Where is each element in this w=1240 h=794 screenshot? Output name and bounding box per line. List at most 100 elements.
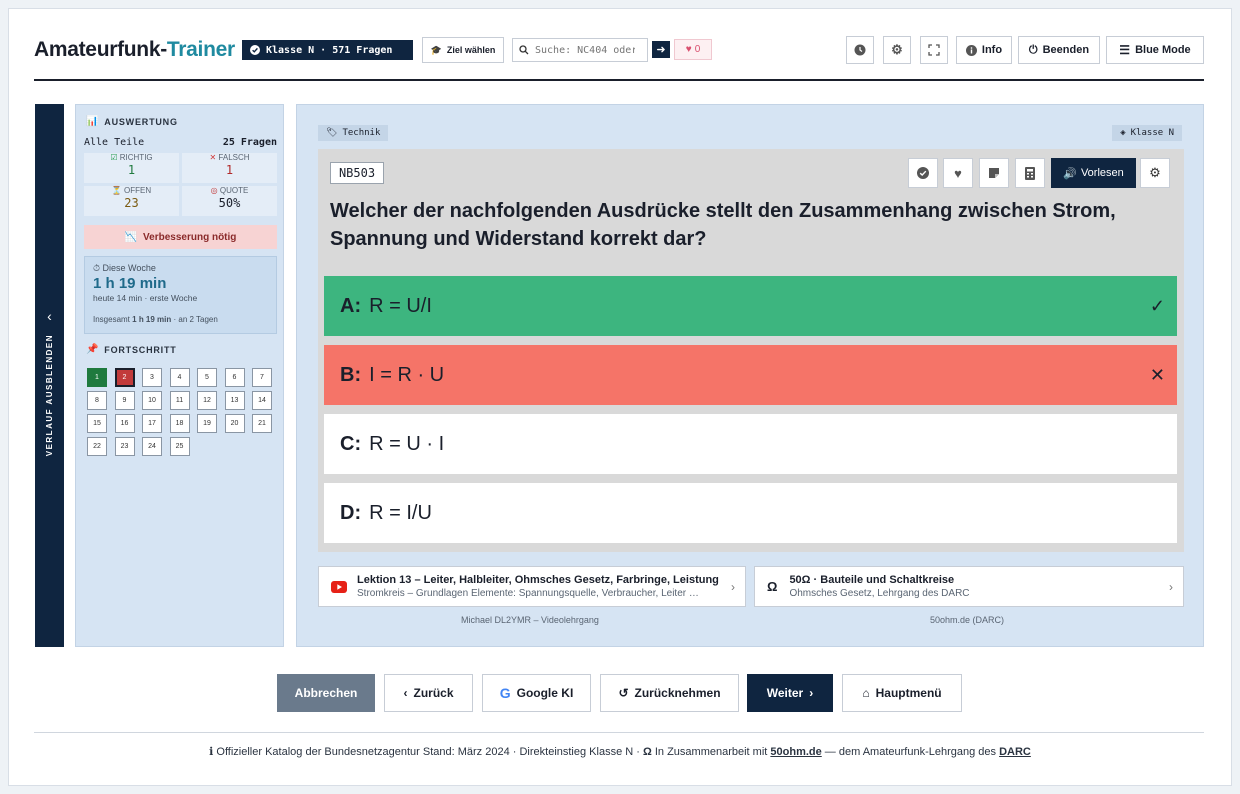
progress-cell[interactable]: 22 bbox=[87, 437, 107, 456]
fortschritt-title: 📌 FORTSCHRITT bbox=[86, 344, 177, 355]
darc-lesson-link[interactable]: Ω 50Ω · Bauteile und Schaltkreise Ohmsch… bbox=[754, 566, 1184, 607]
youtube-icon bbox=[331, 580, 347, 593]
ziel-waehlen-button[interactable]: 🎓 Ziel wählen bbox=[422, 37, 504, 63]
zuruecknehmen-button[interactable]: ↺ Zurücknehmen bbox=[600, 674, 739, 712]
weiter-button[interactable]: Weiter › bbox=[747, 674, 833, 712]
abbrechen-button[interactable]: Abbrechen bbox=[277, 674, 375, 712]
layers-icon: ◈ bbox=[1120, 128, 1126, 138]
zurueck-button[interactable]: ‹ Zurück bbox=[384, 674, 473, 712]
fullscreen-button[interactable] bbox=[920, 36, 948, 64]
check-circle-icon bbox=[917, 167, 929, 179]
check-circle-icon bbox=[250, 45, 260, 55]
chevron-right-icon: › bbox=[731, 579, 735, 594]
search-go-button[interactable]: ➜ bbox=[652, 41, 670, 58]
progress-cell[interactable]: 16 bbox=[114, 414, 135, 433]
video-lesson-link[interactable]: Lektion 13 – Leiter, Halbleiter, Ohmsche… bbox=[318, 566, 746, 607]
progress-cell[interactable]: 11 bbox=[169, 391, 190, 410]
bar-chart-icon: 📊 bbox=[86, 116, 100, 127]
stat-quote: ◎ QUOTE 50% bbox=[182, 186, 277, 216]
favorites-button[interactable]: ♥ 0 bbox=[674, 39, 712, 60]
chevron-right-icon: › bbox=[1169, 579, 1173, 594]
stopwatch-icon: ⏱ bbox=[93, 263, 101, 273]
progress-cell[interactable]: 10 bbox=[142, 391, 162, 410]
progress-cell[interactable]: 13 bbox=[224, 391, 245, 410]
blue-mode-button[interactable]: ☰ Blue Mode bbox=[1106, 36, 1204, 64]
graduation-cap-icon: 🎓 bbox=[430, 44, 442, 55]
progress-cell[interactable]: 14 bbox=[252, 391, 272, 410]
hauptmenue-button[interactable]: ⌂ Hauptmenü bbox=[842, 674, 962, 712]
progress-cell[interactable]: 5 bbox=[197, 368, 217, 387]
progress-cell[interactable]: 8 bbox=[87, 391, 107, 410]
progress-cell[interactable]: 7 bbox=[252, 368, 272, 387]
header-divider bbox=[34, 79, 1204, 81]
note-icon bbox=[989, 168, 999, 178]
link-darc[interactable]: DARC bbox=[999, 746, 1031, 758]
cross-icon: ✕ bbox=[209, 153, 217, 162]
info-button[interactable]: Info bbox=[956, 36, 1012, 64]
gear-icon: ⚙ bbox=[1149, 165, 1161, 180]
answer-option-a[interactable]: A: R = U/I ✓ bbox=[324, 276, 1177, 336]
target-icon: ◎ bbox=[210, 186, 218, 195]
progress-cell[interactable]: 23 bbox=[114, 437, 135, 456]
progress-cell[interactable]: 9 bbox=[114, 391, 135, 410]
search-input[interactable] bbox=[535, 44, 635, 56]
calculator-button[interactable] bbox=[1015, 158, 1045, 188]
vorlesen-button[interactable]: 🔊 Vorlesen bbox=[1051, 158, 1136, 188]
app-logo[interactable]: Amateurfunk-Trainer bbox=[34, 38, 235, 62]
link-50ohm[interactable]: 50ohm.de bbox=[770, 746, 821, 758]
answer-option-c[interactable]: C: R = U · I bbox=[324, 414, 1177, 474]
menu-icon: ☰ bbox=[1119, 43, 1131, 57]
week-time: 1 h 19 min bbox=[93, 275, 167, 292]
darc-caption: 50ohm.de (DARC) bbox=[930, 615, 1005, 625]
progress-cell[interactable]: 15 bbox=[87, 414, 107, 433]
progress-cell[interactable]: 25 bbox=[169, 437, 190, 456]
klasse-chip[interactable]: Klasse N · 571 Fragen bbox=[242, 40, 413, 60]
verbesserung-badge: 📉 Verbesserung nötig bbox=[84, 225, 277, 249]
hourglass-icon: ⏳ bbox=[111, 186, 122, 195]
progress-cell[interactable]: 19 bbox=[197, 414, 217, 433]
power-icon: ⏻ bbox=[1028, 43, 1038, 56]
mark-known-button[interactable] bbox=[908, 158, 938, 188]
history-button[interactable] bbox=[846, 36, 874, 64]
note-button[interactable] bbox=[979, 158, 1009, 188]
home-icon: ⌂ bbox=[862, 686, 870, 700]
auswertung-title: 📊 AUSWERTUNG bbox=[86, 116, 178, 127]
progress-cell[interactable]: 4 bbox=[169, 368, 190, 387]
answer-option-d[interactable]: D: R = I/U bbox=[324, 483, 1177, 543]
question-settings-button[interactable]: ⚙ bbox=[1140, 158, 1170, 188]
progress-cell[interactable]: 18 bbox=[169, 414, 190, 433]
stat-offen: ⏳ OFFEN 23 bbox=[84, 186, 179, 216]
progress-cell[interactable]: 24 bbox=[142, 437, 162, 456]
progress-cell[interactable]: 3 bbox=[142, 368, 162, 387]
pin-icon: 📌 bbox=[86, 344, 100, 355]
search-box[interactable] bbox=[512, 38, 648, 62]
omega-icon: Ω bbox=[767, 579, 778, 594]
google-icon: G bbox=[499, 685, 511, 701]
question-panel: 🏷 Technik ◈ Klasse N NB503 ♥ 🔊 Vorlesen ⚙ … bbox=[296, 104, 1204, 647]
settings-button[interactable]: ⚙ bbox=[883, 36, 911, 64]
beenden-button[interactable]: ⏻ Beenden bbox=[1018, 36, 1100, 64]
google-ki-button[interactable]: G Google KI bbox=[482, 674, 591, 712]
answer-option-b[interactable]: B: I = R · U ✕ bbox=[324, 345, 1177, 405]
stat-richtig: ☑ RICHTIG 1 bbox=[84, 153, 179, 183]
progress-cell[interactable]: 21 bbox=[252, 414, 272, 433]
gear-icon: ⚙ bbox=[891, 42, 903, 57]
stat-falsch: ✕ FALSCH 1 bbox=[182, 153, 277, 183]
undo-icon: ↺ bbox=[618, 686, 629, 700]
progress-cell[interactable]: 6 bbox=[224, 368, 245, 387]
progress-cell[interactable]: 17 bbox=[142, 414, 162, 433]
check-box-icon: ☑ bbox=[110, 153, 118, 162]
info-icon bbox=[965, 44, 977, 56]
question-card: NB503 ♥ 🔊 Vorlesen ⚙ Welcher der nachfol… bbox=[318, 149, 1184, 552]
checkmark-icon: ✓ bbox=[1149, 295, 1165, 316]
progress-cell[interactable]: 1 bbox=[87, 368, 107, 387]
sidebar-toggle[interactable]: ‹ VERLAUF AUSBLENDEN bbox=[35, 104, 64, 647]
progress-cell[interactable]: 12 bbox=[197, 391, 217, 410]
fullscreen-icon bbox=[928, 44, 940, 56]
history-panel: 📊 AUSWERTUNG Alle Teile 25 Fragen ☑ RICH… bbox=[75, 104, 284, 647]
clock-icon bbox=[854, 44, 866, 56]
favorite-button[interactable]: ♥ bbox=[943, 158, 973, 188]
info-icon: ℹ bbox=[209, 746, 214, 758]
progress-cell[interactable]: 20 bbox=[224, 414, 245, 433]
progress-cell[interactable]: 2 bbox=[114, 368, 135, 387]
